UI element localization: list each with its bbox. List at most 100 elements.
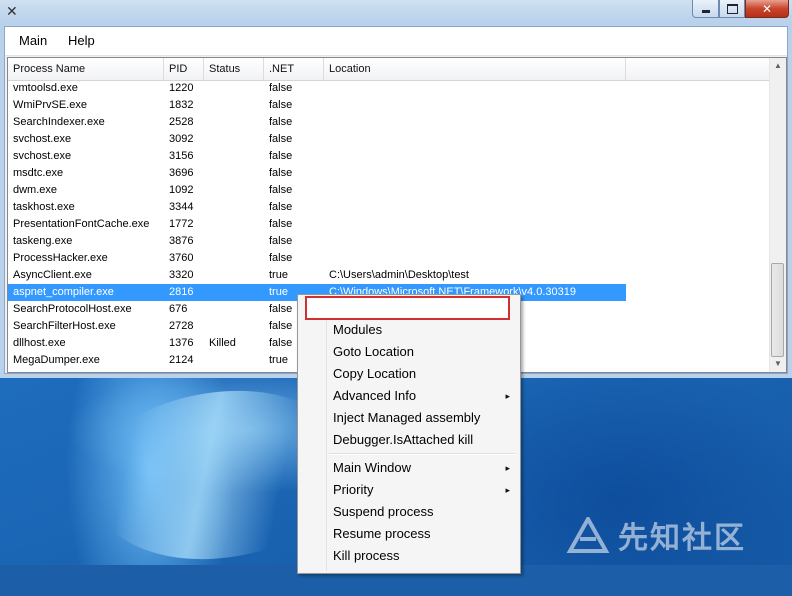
table-row[interactable]: svchost.exe 3156 false [8, 148, 770, 165]
menu-item-main-window[interactable]: Main Window ▸ [300, 457, 518, 479]
cell-process-name: dllhost.exe [13, 337, 66, 349]
minimize-button[interactable] [692, 0, 719, 18]
cell-pid: 3760 [169, 252, 194, 264]
submenu-arrow-icon: ▸ [505, 391, 510, 401]
cell-location [324, 80, 634, 97]
menu-item-label: Debugger.IsAttached kill [333, 432, 474, 447]
menu-item-modules[interactable]: Modules [300, 319, 518, 341]
table-row[interactable]: ProcessHacker.exe 3760 false [8, 250, 770, 267]
menu-item-label: Main Window [333, 460, 412, 475]
table-row[interactable]: taskeng.exe 3876 false [8, 233, 770, 250]
cell-location [324, 216, 634, 233]
cell-location [324, 148, 634, 165]
table-row[interactable]: WmiPrvSE.exe 1832 false [8, 97, 770, 114]
menu-item-copy-location[interactable]: Copy Location [300, 363, 518, 385]
cell-pid: 3156 [169, 150, 194, 162]
cell-location [324, 114, 634, 131]
table-row[interactable]: SearchIndexer.exe 2528 false [8, 114, 770, 131]
cell-location [324, 250, 634, 267]
table-row[interactable]: msdtc.exe 3696 false [8, 165, 770, 182]
cell-dotnet: false [269, 167, 293, 179]
table-row[interactable]: dwm.exe 1092 false [8, 182, 770, 199]
cell-status [204, 182, 264, 199]
column-header-pid[interactable]: PID [164, 58, 204, 80]
cell-pid: 1092 [169, 184, 194, 196]
cell-process-name: SearchProtocolHost.exe [13, 303, 132, 315]
cell-pid: 3696 [169, 167, 194, 179]
cell-process-name: taskhost.exe [13, 201, 75, 213]
table-row[interactable]: PresentationFontCache.exe 1772 false [8, 216, 770, 233]
cell-status [204, 131, 264, 148]
cell-pid: 3344 [169, 201, 194, 213]
cell-pid: 3876 [169, 235, 194, 247]
cell-location [324, 199, 634, 216]
cell-pid: 2816 [169, 286, 194, 298]
cell-dotnet: true [269, 269, 288, 281]
menu-item-priority[interactable]: Priority ▸ [300, 479, 518, 501]
column-header-dotnet[interactable]: .NET [264, 58, 324, 80]
menu-item-label: Copy Location [333, 366, 417, 381]
cell-status [204, 250, 264, 267]
cell-status [204, 352, 264, 369]
cell-pid: 1772 [169, 218, 194, 230]
cell-dotnet: false [269, 82, 293, 94]
scroll-thumb[interactable] [771, 263, 784, 357]
cell-location [324, 182, 634, 199]
cell-dotnet: false [269, 201, 293, 213]
menu-item-suspend-process[interactable]: Suspend process [300, 501, 518, 523]
cell-process-name: SearchFilterHost.exe [13, 320, 116, 332]
cell-status [204, 233, 264, 250]
menu-main[interactable]: Main [19, 33, 47, 49]
menu-item-debugger-isattached-kill[interactable]: Debugger.IsAttached kill [300, 429, 518, 451]
table-row[interactable]: taskhost.exe 3344 false [8, 199, 770, 216]
maximize-button[interactable] [719, 0, 745, 18]
close-button[interactable]: ✕ [745, 0, 789, 18]
menu-item-label: Kill process [333, 548, 400, 563]
menu-item-inject-managed-assembly[interactable]: Inject Managed assembly [300, 407, 518, 429]
scroll-down-icon[interactable]: ▼ [772, 357, 784, 371]
cell-process-name: PresentationFontCache.exe [13, 218, 150, 230]
cell-process-name: WmiPrvSE.exe [13, 99, 87, 111]
menu-item-resume-process[interactable]: Resume process [300, 523, 518, 545]
table-row[interactable]: svchost.exe 3092 false [8, 131, 770, 148]
title-bar[interactable]: ✕ ✕ [0, 0, 792, 22]
cell-status [204, 318, 264, 335]
menu-item-advanced-info[interactable]: Advanced Info ▸ [300, 385, 518, 407]
menu-item-kill-process[interactable]: Kill process [300, 545, 518, 567]
menu-item-label: Resume process [333, 526, 431, 541]
menu-item-label: Advanced Info [333, 388, 417, 403]
watermark-logo-icon [566, 517, 610, 553]
cell-pid: 676 [169, 303, 188, 315]
watermark-text: 先知社区 [618, 521, 746, 556]
cell-process-name: ProcessHacker.exe [13, 252, 108, 264]
cell-dotnet: false [269, 235, 293, 247]
cell-status [204, 97, 264, 114]
cell-status [204, 80, 264, 97]
column-header-process-name[interactable]: Process Name [8, 58, 164, 80]
maximize-icon [726, 3, 738, 14]
cell-process-name: vmtoolsd.exe [13, 82, 78, 94]
table-row[interactable]: vmtoolsd.exe 1220 false [8, 80, 770, 97]
vertical-scrollbar[interactable]: ▲ ▼ [769, 58, 786, 372]
column-header-location[interactable]: Location [324, 58, 626, 80]
cell-status [204, 284, 264, 301]
cell-dotnet: false [269, 150, 293, 162]
cell-process-name: taskeng.exe [13, 235, 73, 247]
cell-process-name: msdtc.exe [13, 167, 64, 179]
table-row[interactable]: AsyncClient.exe 3320 true C:\Users\admin\De… [8, 267, 770, 284]
cell-status [204, 148, 264, 165]
minimize-icon [701, 10, 710, 13]
cell-dotnet: false [269, 133, 293, 145]
cell-process-name: MegaDumper.exe [13, 354, 100, 366]
cell-status: Killed [209, 337, 236, 349]
scroll-up-icon[interactable]: ▲ [772, 59, 784, 73]
cell-location: C:\Users\admin\Desktop\test [329, 269, 469, 281]
cell-pid: 3320 [169, 269, 194, 281]
menu-help[interactable]: Help [68, 33, 95, 49]
menu-bar: Main Help [5, 27, 787, 56]
watermark: 先知社区 [566, 515, 746, 556]
menu-item-goto-location[interactable]: Goto Location [300, 341, 518, 363]
column-header-status[interactable]: Status [204, 58, 264, 80]
tools-icon[interactable]: ✕ [6, 3, 22, 19]
cell-process-name: dwm.exe [13, 184, 58, 196]
